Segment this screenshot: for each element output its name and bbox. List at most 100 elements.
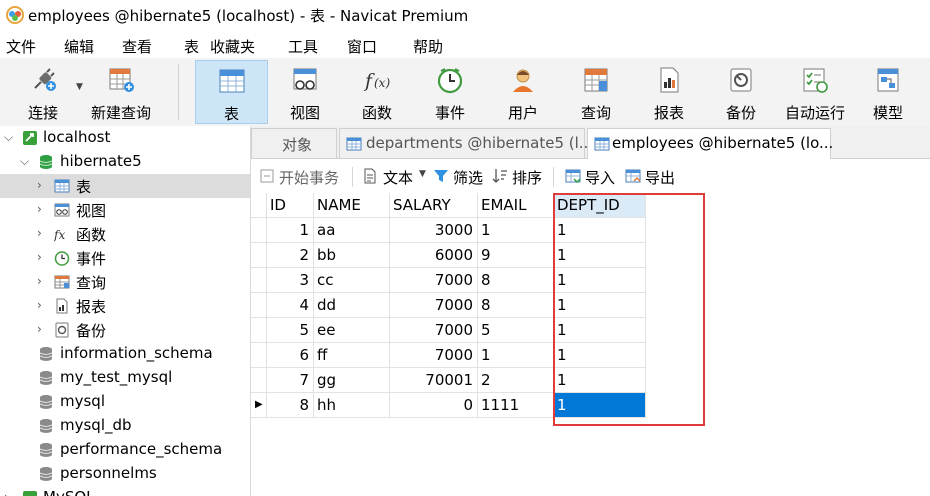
menu-favorites[interactable]: 收藏夹 — [210, 36, 255, 57]
cell-id[interactable]: 7 — [267, 368, 314, 393]
cell-email[interactable]: 1 — [478, 218, 554, 243]
tree-item-database[interactable]: my_test_mysql — [0, 366, 250, 390]
tree-item-events[interactable]: › 事件 — [0, 246, 250, 270]
connection-icon — [23, 491, 37, 496]
tree-item-localhost[interactable]: ⌵ localhost — [0, 126, 250, 150]
chevron-down-icon[interactable]: ⌵ — [4, 130, 13, 145]
cell-id[interactable]: 8 — [267, 393, 314, 418]
row-selector[interactable] — [251, 218, 267, 243]
tree-item-database[interactable]: performance_schema — [0, 438, 250, 462]
query-button[interactable]: 查询 — [567, 60, 625, 124]
cell-id[interactable]: 4 — [267, 293, 314, 318]
text-dropdown-icon[interactable]: ▼ — [419, 169, 426, 179]
row-selector[interactable] — [251, 293, 267, 318]
tree-item-database[interactable]: mysql_db — [0, 414, 250, 438]
cell-salary[interactable]: 7000 — [390, 268, 478, 293]
menu-window[interactable]: 窗口 — [347, 36, 377, 57]
cell-id[interactable]: 6 — [267, 343, 314, 368]
menu-help[interactable]: 帮助 — [413, 36, 443, 57]
column-header-salary[interactable]: SALARY — [390, 193, 478, 218]
automation-button[interactable]: 自动运行 — [780, 60, 850, 124]
cell-name[interactable]: dd — [314, 293, 390, 318]
chevron-right-icon[interactable]: › — [4, 490, 9, 496]
chevron-down-icon[interactable]: ⌵ — [20, 154, 29, 169]
tree-label-views: 视图 — [76, 202, 107, 220]
chevron-right-icon[interactable]: › — [37, 226, 42, 240]
cell-name[interactable]: ff — [314, 343, 390, 368]
chevron-right-icon[interactable]: › — [37, 178, 42, 192]
cell-email[interactable]: 2 — [478, 368, 554, 393]
tree-item-backups[interactable]: › 备份 — [0, 318, 250, 342]
tree-item-tables[interactable]: › 表 — [0, 174, 250, 198]
cell-email[interactable]: 9 — [478, 243, 554, 268]
chevron-right-icon[interactable]: › — [37, 202, 42, 216]
column-header-id[interactable]: ID — [267, 193, 314, 218]
connect-button[interactable]: 连接 — [14, 60, 72, 124]
cell-salary[interactable]: 6000 — [390, 243, 478, 268]
cell-id[interactable]: 1 — [267, 218, 314, 243]
tree-item-database[interactable]: information_schema — [0, 342, 250, 366]
tab-objects[interactable]: 对象 — [251, 128, 337, 158]
column-header-name[interactable]: NAME — [314, 193, 390, 218]
tab-departments[interactable]: departments @hibernate5 (l... — [339, 128, 593, 158]
cell-salary[interactable]: 7000 — [390, 318, 478, 343]
cell-name[interactable]: bb — [314, 243, 390, 268]
cell-name[interactable]: hh — [314, 393, 390, 418]
new-query-button[interactable]: 新建查询 — [88, 60, 154, 124]
tree-item-connection-mysql[interactable]: › MySQL — [0, 486, 250, 496]
function-button[interactable]: f (x) 函数 — [348, 60, 406, 124]
cell-salary[interactable]: 7000 — [390, 343, 478, 368]
row-selector[interactable] — [251, 268, 267, 293]
tree-item-functions[interactable]: › fx 函数 — [0, 222, 250, 246]
tree-item-database[interactable]: mysql — [0, 390, 250, 414]
menu-table[interactable]: 表 — [184, 36, 199, 57]
cell-name[interactable]: aa — [314, 218, 390, 243]
event-button[interactable]: 事件 — [421, 60, 479, 124]
chevron-right-icon[interactable]: › — [37, 274, 42, 288]
cell-salary[interactable]: 0 — [390, 393, 478, 418]
row-selector[interactable] — [251, 318, 267, 343]
current-row-indicator[interactable]: ▶ — [251, 393, 267, 418]
connection-tree: ⌵ localhost ⌵ hibernate5 › 表 › 视图 › fx 函… — [0, 126, 251, 496]
cell-name[interactable]: ee — [314, 318, 390, 343]
view-button[interactable]: 视图 — [276, 60, 334, 124]
chevron-right-icon[interactable]: › — [37, 250, 42, 264]
tree-item-views[interactable]: › 视图 — [0, 198, 250, 222]
cell-email[interactable]: 5 — [478, 318, 554, 343]
row-selector[interactable] — [251, 368, 267, 393]
menu-view[interactable]: 查看 — [122, 36, 152, 57]
cell-name[interactable]: cc — [314, 268, 390, 293]
chevron-right-icon[interactable]: › — [37, 322, 42, 336]
svg-text:(x): (x) — [374, 76, 390, 90]
cell-email[interactable]: 8 — [478, 268, 554, 293]
row-selector[interactable] — [251, 243, 267, 268]
chevron-right-icon[interactable]: › — [37, 298, 42, 312]
cell-salary[interactable]: 3000 — [390, 218, 478, 243]
tree-item-queries[interactable]: › 查询 — [0, 270, 250, 294]
menu-file[interactable]: 文件 — [6, 36, 36, 57]
tree-item-reports[interactable]: › 报表 — [0, 294, 250, 318]
menu-edit[interactable]: 编辑 — [64, 36, 94, 57]
cell-id[interactable]: 5 — [267, 318, 314, 343]
report-button[interactable]: 报表 — [640, 60, 698, 124]
cell-name[interactable]: gg — [314, 368, 390, 393]
event-label: 事件 — [434, 104, 465, 122]
cell-id[interactable]: 3 — [267, 268, 314, 293]
menu-tools[interactable]: 工具 — [288, 36, 318, 57]
tree-item-database[interactable]: personnelms — [0, 462, 250, 486]
tree-item-hibernate5[interactable]: ⌵ hibernate5 — [0, 150, 250, 174]
cell-email[interactable]: 1 — [478, 343, 554, 368]
user-button[interactable]: 用户 — [494, 60, 552, 124]
cell-email[interactable]: 1111 — [478, 393, 554, 418]
backup-button[interactable]: 备份 — [712, 60, 770, 124]
cell-salary[interactable]: 70001 — [390, 368, 478, 393]
model-button[interactable]: 模型 — [859, 60, 917, 124]
tab-employees[interactable]: employees @hibernate5 (lo... — [587, 128, 833, 159]
cell-email[interactable]: 8 — [478, 293, 554, 318]
column-header-email[interactable]: EMAIL — [478, 193, 554, 218]
table-button[interactable]: 表 — [195, 60, 268, 124]
cell-id[interactable]: 2 — [267, 243, 314, 268]
cell-salary[interactable]: 7000 — [390, 293, 478, 318]
connect-dropdown-icon[interactable]: ▼ — [76, 82, 83, 92]
row-selector[interactable] — [251, 343, 267, 368]
